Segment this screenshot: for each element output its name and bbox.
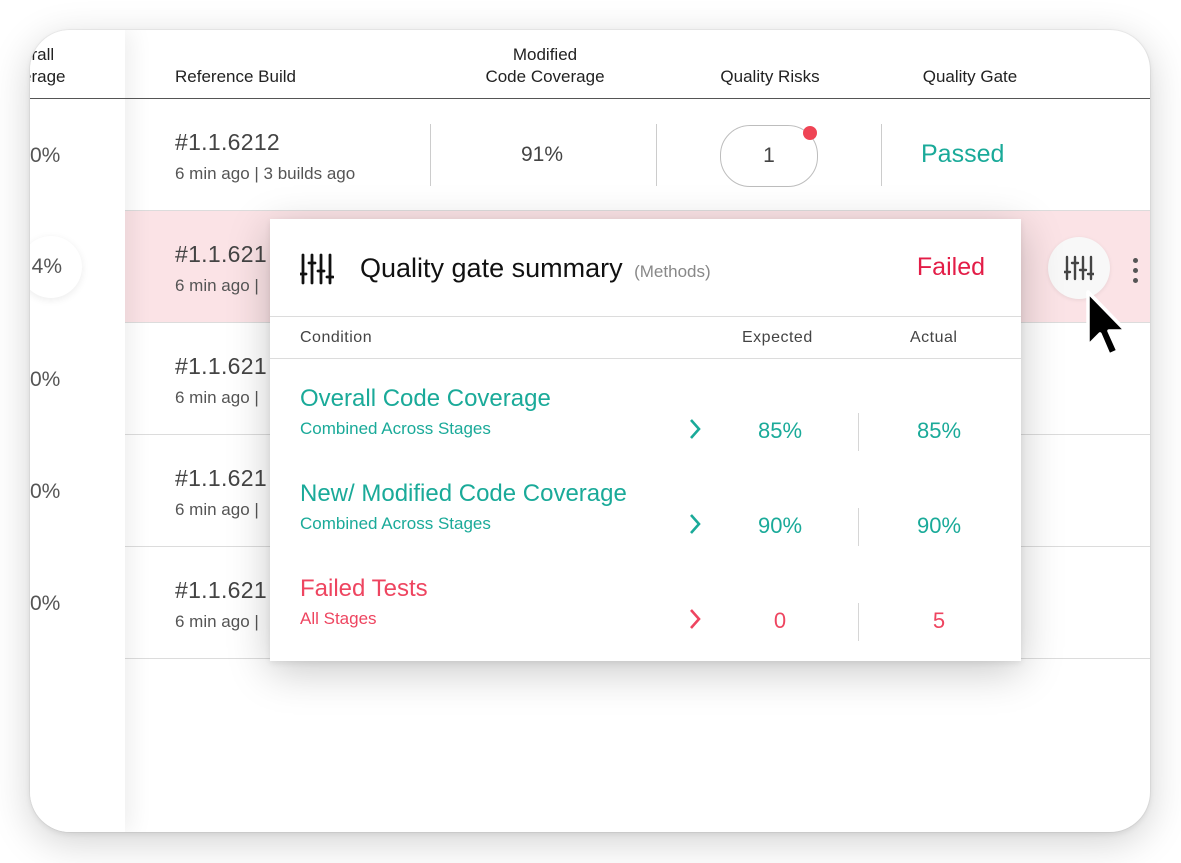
build-cell: #1.1.621 6 min ago |: [175, 353, 267, 408]
condition-row[interactable]: Overall Code Coverage Combined Across St…: [300, 385, 551, 439]
chevron-right-icon[interactable]: [688, 513, 702, 535]
actual-value: 90%: [916, 513, 962, 538]
build-number[interactable]: #1.1.621: [175, 577, 267, 604]
build-time: 6 min ago |: [175, 276, 259, 295]
quality-gate-status[interactable]: Passed: [921, 140, 1004, 169]
actual-value: 5: [932, 608, 946, 633]
header-modified-line2: Code Coverage: [485, 67, 605, 86]
expected-value: 90%: [757, 513, 803, 538]
overall-coverage-value: 0%: [30, 480, 61, 503]
chevron-right-icon[interactable]: [688, 418, 702, 440]
condition-subtitle: All Stages: [300, 609, 377, 628]
divider: [881, 124, 882, 186]
popup-subtitle: (Methods): [634, 262, 711, 281]
quality-gate-summary-popup: Quality gate summary (Methods) Failed Co…: [270, 219, 1021, 661]
filter-sliders-icon: [1064, 255, 1094, 281]
overall-coverage-value: 4%: [31, 255, 62, 278]
condition-row[interactable]: Failed Tests All Stages: [300, 575, 428, 629]
app-frame: erall erage Reference Build Modified Cod…: [30, 30, 1150, 832]
condition-subtitle: Combined Across Stages: [300, 419, 491, 438]
popup-title: Quality gate summary (Methods): [360, 253, 711, 284]
popup-status-failed: Failed: [916, 253, 985, 281]
build-time: 6 min ago | 3 builds ago: [175, 164, 356, 183]
header-quality-risks: Quality Risks: [720, 67, 820, 86]
condition-subtitle: Combined Across Stages: [300, 514, 491, 533]
quality-risks-count: 1: [763, 144, 775, 167]
build-number[interactable]: #1.1.6212: [175, 129, 355, 156]
mouse-pointer-icon: [1086, 290, 1128, 357]
condition-title: New/ Modified Code Coverage: [300, 480, 627, 507]
divider: [656, 124, 657, 186]
build-time: 6 min ago |: [175, 388, 259, 407]
modified-coverage-value: 91%: [521, 143, 564, 166]
col-condition: Condition: [300, 329, 373, 346]
header-modified-line1: Modified: [512, 45, 578, 64]
actual-value: 85%: [916, 418, 962, 443]
divider: [858, 508, 859, 546]
header-overall-line1: erall: [30, 45, 55, 64]
build-time: 6 min ago |: [175, 500, 259, 519]
build-number[interactable]: #1.1.621: [175, 241, 267, 268]
divider: [270, 316, 1021, 317]
header-modified-coverage: Modified Code Coverage: [470, 44, 620, 88]
build-number[interactable]: #1.1.621: [175, 353, 267, 380]
kebab-menu-icon[interactable]: [1133, 258, 1139, 284]
popup-title-text: Quality gate summary: [360, 253, 623, 283]
build-cell: #1.1.6212 6 min ago | 3 builds ago: [175, 129, 355, 184]
build-time: 6 min ago |: [175, 612, 259, 631]
expected-value: 0: [773, 608, 787, 633]
divider: [858, 413, 859, 451]
notification-dot: [803, 126, 817, 140]
overall-coverage-value: 0%: [30, 592, 61, 615]
condition-title: Overall Code Coverage: [300, 385, 551, 412]
table-header: erall erage Reference Build Modified Cod…: [30, 30, 1150, 99]
chevron-right-icon[interactable]: [688, 608, 702, 630]
overall-coverage-value: 0%: [30, 144, 61, 167]
build-number[interactable]: #1.1.621: [175, 465, 267, 492]
header-reference-build: Reference Build: [175, 67, 296, 86]
condition-row[interactable]: New/ Modified Code Coverage Combined Acr…: [300, 480, 627, 534]
divider: [430, 124, 431, 186]
overall-coverage-value: 0%: [30, 368, 61, 391]
header-overall-line2: erage: [30, 67, 66, 86]
divider: [858, 603, 859, 641]
expected-value: 85%: [757, 418, 803, 443]
header-quality-gate: Quality Gate: [922, 67, 1018, 86]
build-cell: #1.1.621 6 min ago |: [175, 465, 267, 520]
col-actual: Actual: [910, 329, 958, 346]
build-cell: #1.1.621 6 min ago |: [175, 577, 267, 632]
divider: [270, 358, 1021, 359]
build-cell: #1.1.621 6 min ago |: [175, 241, 267, 296]
condition-title: Failed Tests: [300, 575, 428, 602]
col-expected: Expected: [742, 329, 813, 346]
header-overall-coverage: erall erage: [30, 44, 65, 88]
filter-sliders-icon: [300, 253, 334, 285]
